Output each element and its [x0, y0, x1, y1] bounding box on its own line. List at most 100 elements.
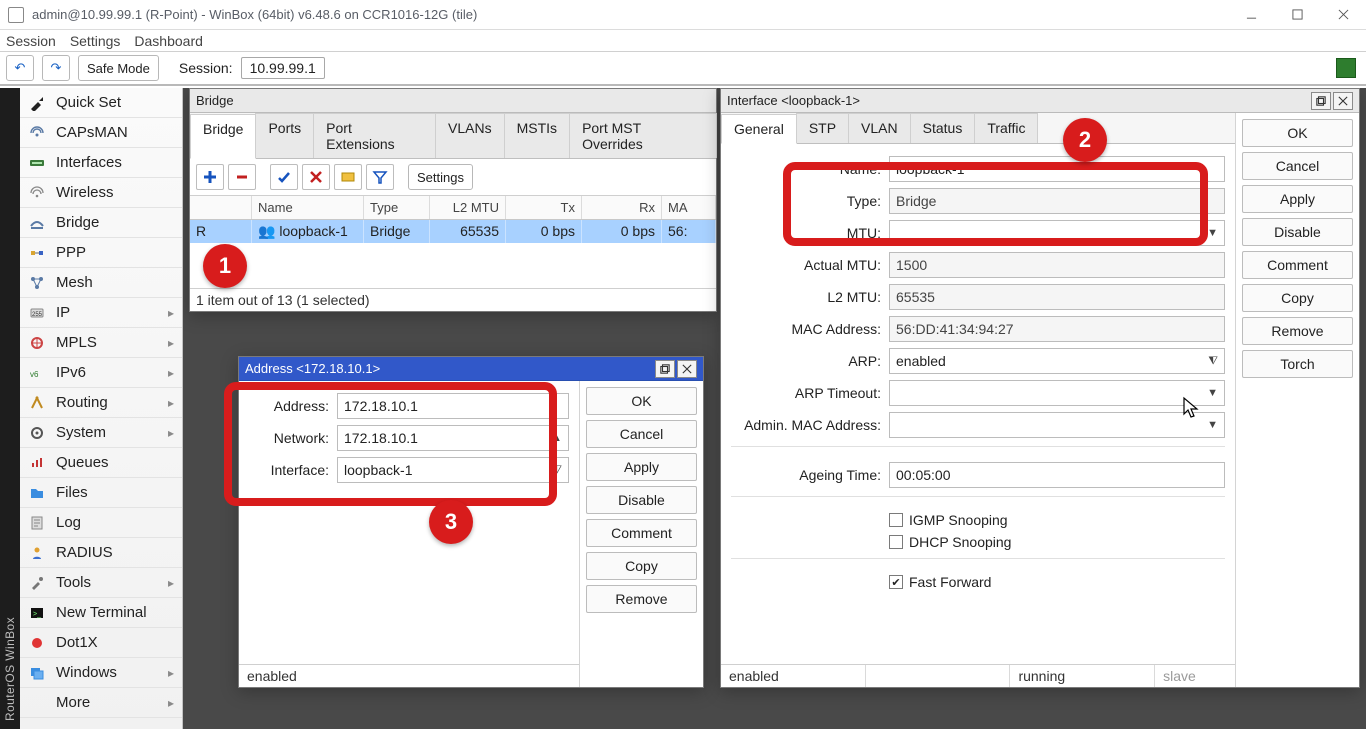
- arp-select[interactable]: enabled⧨: [889, 348, 1225, 374]
- interface-disable-button[interactable]: Disable: [1242, 218, 1353, 246]
- interface-select[interactable]: loopback-1⧨: [337, 457, 569, 483]
- add-button[interactable]: [196, 164, 224, 190]
- remove-button[interactable]: [228, 164, 256, 190]
- sidebar-item-wireless[interactable]: Wireless: [20, 178, 182, 208]
- enable-button[interactable]: [270, 164, 298, 190]
- address-disable-button[interactable]: Disable: [586, 486, 697, 514]
- col-rx[interactable]: Rx: [582, 196, 662, 219]
- sidebar-item-more[interactable]: More▸: [20, 688, 182, 718]
- mtu-input[interactable]: ▼: [889, 220, 1225, 246]
- col-l2mtu[interactable]: L2 MTU: [430, 196, 506, 219]
- address-input[interactable]: 172.18.10.1: [337, 393, 569, 419]
- sidebar-item-label: More: [56, 694, 90, 711]
- interface-ok-button[interactable]: OK: [1242, 119, 1353, 147]
- address-copy-button[interactable]: Copy: [586, 552, 697, 580]
- network-input[interactable]: 172.18.10.1▲: [337, 425, 569, 451]
- redo-button[interactable]: ↷: [42, 55, 70, 81]
- bridge-settings-button[interactable]: Settings: [408, 164, 473, 190]
- window-minimize-button[interactable]: [1228, 0, 1274, 30]
- interface-remove-button[interactable]: Remove: [1242, 317, 1353, 345]
- bridge-icon: [28, 214, 46, 232]
- tab-traffic[interactable]: Traffic: [974, 113, 1038, 143]
- interface-comment-button[interactable]: Comment: [1242, 251, 1353, 279]
- fast-forward-checkbox[interactable]: ✔Fast Forward: [889, 574, 991, 590]
- address-status-enabled: enabled: [239, 665, 579, 687]
- tab-vlans[interactable]: VLANs: [435, 113, 505, 158]
- interface-statusbar: enabled running slave: [721, 664, 1235, 687]
- col-tx[interactable]: Tx: [506, 196, 582, 219]
- sidebar-item-files[interactable]: Files: [20, 478, 182, 508]
- sidebar-item-mesh[interactable]: Mesh: [20, 268, 182, 298]
- safe-mode-button[interactable]: Safe Mode: [78, 55, 159, 81]
- tab-status[interactable]: Status: [910, 113, 976, 143]
- sidebar-item-ip[interactable]: 255IP▸: [20, 298, 182, 328]
- interface-window-close-button[interactable]: [1333, 92, 1353, 110]
- sidebar-item-ppp[interactable]: PPP: [20, 238, 182, 268]
- interface-window-title[interactable]: Interface <loopback-1>: [721, 89, 1359, 113]
- address-ok-button[interactable]: OK: [586, 387, 697, 415]
- sidebar-item-radius[interactable]: RADIUS: [20, 538, 182, 568]
- comment-button[interactable]: [334, 164, 362, 190]
- session-value[interactable]: 10.99.99.1: [241, 57, 325, 79]
- sidebar-item-quick-set[interactable]: Quick Set: [20, 88, 182, 118]
- name-input[interactable]: loopback-1: [889, 156, 1225, 182]
- menu-session[interactable]: Session: [6, 33, 56, 49]
- dhcp-checkbox[interactable]: DHCP Snooping: [889, 534, 1011, 550]
- sidebar-item-log[interactable]: Log: [20, 508, 182, 538]
- tab-general[interactable]: General: [721, 114, 797, 144]
- sidebar-item-windows[interactable]: Windows▸: [20, 658, 182, 688]
- tab-stp[interactable]: STP: [796, 113, 849, 143]
- undo-button[interactable]: ↶: [6, 55, 34, 81]
- interface-copy-button[interactable]: Copy: [1242, 284, 1353, 312]
- sidebar-item-routing[interactable]: Routing▸: [20, 388, 182, 418]
- address-window-close-button[interactable]: [677, 360, 697, 378]
- health-indicator[interactable]: [1336, 58, 1356, 78]
- address-comment-button[interactable]: Comment: [586, 519, 697, 547]
- address-remove-button[interactable]: Remove: [586, 585, 697, 613]
- interface-window-restore-button[interactable]: [1311, 92, 1331, 110]
- ageing-input[interactable]: 00:05:00: [889, 462, 1225, 488]
- window-close-button[interactable]: [1320, 0, 1366, 30]
- filter-button[interactable]: [366, 164, 394, 190]
- sidebar-item-ipv6[interactable]: v6IPv6▸: [20, 358, 182, 388]
- queues-icon: [28, 454, 46, 472]
- table-row[interactable]: R 👥 loopback-1 Bridge 65535 0 bps 0 bps …: [190, 220, 716, 243]
- bridge-window-title[interactable]: Bridge: [190, 89, 716, 113]
- col-mac[interactable]: MA: [662, 196, 716, 219]
- address-apply-button[interactable]: Apply: [586, 453, 697, 481]
- sidebar-item-capsman[interactable]: CAPsMAN: [20, 118, 182, 148]
- sidebar-item-dot1x[interactable]: Dot1X: [20, 628, 182, 658]
- interface-cancel-button[interactable]: Cancel: [1242, 152, 1353, 180]
- menu-dashboard[interactable]: Dashboard: [134, 33, 203, 49]
- row-l2mtu: 65535: [430, 220, 506, 243]
- interface-apply-button[interactable]: Apply: [1242, 185, 1353, 213]
- sidebar-item-bridge[interactable]: Bridge: [20, 208, 182, 238]
- chevron-right-icon: ▸: [168, 366, 174, 380]
- tab-mstis[interactable]: MSTIs: [504, 113, 570, 158]
- window-maximize-button[interactable]: [1274, 0, 1320, 30]
- admin-mac-input[interactable]: ▼: [889, 412, 1225, 438]
- address-window-restore-button[interactable]: [655, 360, 675, 378]
- sidebar-item-new-terminal[interactable]: >_New Terminal: [20, 598, 182, 628]
- tab-ports[interactable]: Ports: [255, 113, 314, 158]
- disable-button[interactable]: [302, 164, 330, 190]
- col-type[interactable]: Type: [364, 196, 430, 219]
- igmp-checkbox[interactable]: IGMP Snooping: [889, 512, 1008, 528]
- dot1x-icon: [28, 634, 46, 652]
- tab-bridge[interactable]: Bridge: [190, 114, 256, 159]
- menu-settings[interactable]: Settings: [70, 33, 121, 49]
- tab-port-extensions[interactable]: Port Extensions: [313, 113, 436, 158]
- sidebar-item-mpls[interactable]: MPLS▸: [20, 328, 182, 358]
- sidebar-item-system[interactable]: System▸: [20, 418, 182, 448]
- address-cancel-button[interactable]: Cancel: [586, 420, 697, 448]
- sidebar-item-queues[interactable]: Queues: [20, 448, 182, 478]
- address-window-title[interactable]: Address <172.18.10.1>: [239, 357, 703, 381]
- arp-timeout-input[interactable]: ▼: [889, 380, 1225, 406]
- interface-torch-button[interactable]: Torch: [1242, 350, 1353, 378]
- tab-port-mst-overrides[interactable]: Port MST Overrides: [569, 113, 717, 158]
- sidebar-item-tools[interactable]: Tools▸: [20, 568, 182, 598]
- col-name[interactable]: Name: [252, 196, 364, 219]
- tab-vlan[interactable]: VLAN: [848, 113, 911, 143]
- vertical-tab-routeros[interactable]: RouterOS WinBox: [0, 88, 20, 729]
- sidebar-item-interfaces[interactable]: Interfaces: [20, 148, 182, 178]
